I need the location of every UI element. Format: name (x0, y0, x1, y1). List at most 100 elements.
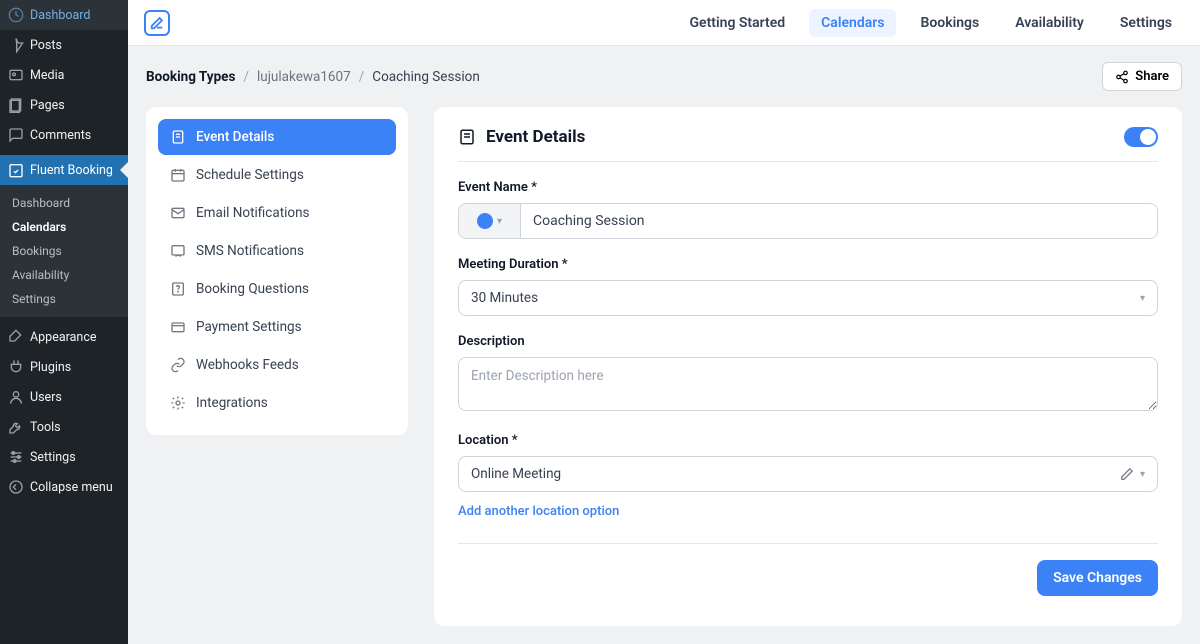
sidebar-item-media[interactable]: Media (0, 60, 128, 90)
tab-getting-started[interactable]: Getting Started (678, 9, 798, 37)
document-icon (458, 128, 476, 146)
description-textarea[interactable] (458, 357, 1158, 411)
breadcrumb-bar: Booking Types / lujulakewa1607 / Coachin… (128, 46, 1200, 107)
breadcrumb-middle[interactable]: lujulakewa1607 (257, 69, 351, 85)
comment-icon (8, 127, 24, 143)
chevron-down-icon: ▾ (497, 216, 502, 227)
gauge-icon (8, 7, 24, 23)
breadcrumb: Booking Types / lujulakewa1607 / Coachin… (146, 69, 480, 85)
sidebar-item-appearance[interactable]: Appearance (0, 322, 128, 352)
sidebar-item-label: Collapse menu (30, 480, 113, 495)
gear-icon (170, 395, 186, 411)
settings-nav-integrations[interactable]: Integrations (158, 385, 396, 421)
tab-calendars[interactable]: Calendars (809, 9, 896, 37)
sidebar-item-label: Pages (30, 98, 65, 113)
settings-nav-card: Event Details Schedule Settings Email Noti… (146, 107, 408, 435)
user-icon (8, 389, 24, 405)
event-name-input[interactable] (521, 204, 1157, 238)
breadcrumb-current: Coaching Session (372, 69, 480, 85)
tab-availability[interactable]: Availability (1003, 9, 1096, 37)
sidebar-item-label: Tools (30, 420, 61, 435)
settings-nav-schedule-settings[interactable]: Schedule Settings (158, 157, 396, 193)
settings-nav-label: SMS Notifications (196, 243, 304, 259)
event-details-panel: Event Details Event Name * ▾ Meeting Dur… (434, 107, 1182, 626)
settings-nav-sms-notifications[interactable]: SMS Notifications (158, 233, 396, 269)
sidebar-submenu: DashboardCalendarsBookingsAvailabilitySe… (0, 185, 128, 317)
calendar-check-icon (8, 162, 24, 178)
panel-title: Event Details (458, 127, 585, 147)
sidebar-subitem-availability[interactable]: Availability (0, 263, 128, 287)
share-button-label: Share (1135, 69, 1169, 84)
brush-icon (8, 329, 24, 345)
share-icon (1115, 70, 1129, 84)
sidebar-subitem-calendars[interactable]: Calendars (0, 215, 128, 239)
settings-nav-event-details[interactable]: Event Details (158, 119, 396, 155)
event-color-picker[interactable]: ▾ (459, 204, 521, 238)
enable-toggle[interactable] (1124, 127, 1158, 147)
sidebar-item-settings[interactable]: Settings (0, 442, 128, 472)
link-icon (170, 357, 186, 373)
tab-bookings[interactable]: Bookings (908, 9, 991, 37)
description-label: Description (458, 334, 1158, 349)
save-button[interactable]: Save Changes (1037, 560, 1158, 596)
collapse-icon (8, 479, 24, 495)
plug-icon (8, 359, 24, 375)
app-logo (144, 10, 170, 36)
sidebar-item-plugins[interactable]: Plugins (0, 352, 128, 382)
settings-nav-label: Webhooks Feeds (196, 357, 299, 373)
settings-nav-label: Email Notifications (196, 205, 310, 221)
pencil-icon (150, 16, 164, 30)
settings-nav-label: Schedule Settings (196, 167, 304, 183)
page-icon (8, 97, 24, 113)
location-label: Location * (458, 433, 1158, 448)
duration-value: 30 Minutes (471, 290, 538, 306)
sidebar-item-label: Settings (30, 450, 76, 465)
separator: / (359, 69, 365, 85)
settings-nav-webhooks-feeds[interactable]: Webhooks Feeds (158, 347, 396, 383)
settings-nav-label: Booking Questions (196, 281, 309, 297)
sidebar-subitem-bookings[interactable]: Bookings (0, 239, 128, 263)
duration-label: Meeting Duration * (458, 257, 1158, 272)
sidebar-item-label: Appearance (30, 330, 97, 345)
duration-select[interactable]: 30 Minutes ▾ (458, 280, 1158, 316)
sidebar-item-comments[interactable]: Comments (0, 120, 128, 150)
media-icon (8, 67, 24, 83)
breadcrumb-root[interactable]: Booking Types (146, 69, 235, 85)
sidebar-item-collapse-menu[interactable]: Collapse menu (0, 472, 128, 502)
location-row[interactable]: Online Meeting ▾ (458, 456, 1158, 492)
settings-nav-payment-settings[interactable]: Payment Settings (158, 309, 396, 345)
share-button[interactable]: Share (1102, 62, 1182, 91)
sliders-icon (8, 449, 24, 465)
main-area: Getting Started Calendars Bookings Availabi… (128, 0, 1200, 644)
wp-admin-sidebar: DashboardPostsMediaPagesComments Fluent … (0, 0, 128, 644)
sidebar-item-fluent-booking[interactable]: Fluent Booking (0, 155, 128, 185)
sidebar-item-label: Fluent Booking (30, 163, 113, 178)
doc-icon (170, 129, 186, 145)
chevron-down-icon: ▾ (1140, 293, 1145, 304)
pencil-icon (1120, 467, 1134, 481)
question-icon (170, 281, 186, 297)
sidebar-subitem-dashboard[interactable]: Dashboard (0, 191, 128, 215)
wrench-icon (8, 419, 24, 435)
top-nav: Getting Started Calendars Bookings Availabi… (128, 0, 1200, 46)
card-icon (170, 319, 186, 335)
sidebar-item-users[interactable]: Users (0, 382, 128, 412)
settings-nav-label: Event Details (196, 129, 274, 145)
tab-settings[interactable]: Settings (1108, 9, 1184, 37)
sidebar-subitem-settings[interactable]: Settings (0, 287, 128, 311)
settings-nav-label: Payment Settings (196, 319, 302, 335)
settings-nav-email-notifications[interactable]: Email Notifications (158, 195, 396, 231)
mail-icon (170, 205, 186, 221)
settings-nav-booking-questions[interactable]: Booking Questions (158, 271, 396, 307)
sidebar-item-posts[interactable]: Posts (0, 30, 128, 60)
calendar-icon (170, 167, 186, 183)
color-dot (477, 213, 493, 229)
sidebar-item-pages[interactable]: Pages (0, 90, 128, 120)
add-location-link[interactable]: Add another location option (458, 504, 619, 519)
sidebar-item-label: Plugins (30, 360, 71, 375)
sidebar-item-label: Users (30, 390, 62, 405)
pin-icon (8, 37, 24, 53)
sidebar-item-tools[interactable]: Tools (0, 412, 128, 442)
settings-nav-label: Integrations (196, 395, 268, 411)
sidebar-item-dashboard[interactable]: Dashboard (0, 0, 128, 30)
